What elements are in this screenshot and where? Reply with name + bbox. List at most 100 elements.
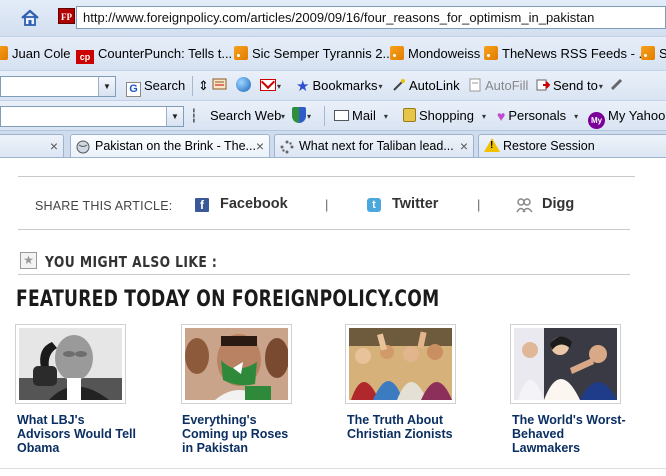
address-bar-row: FP http://www.foreignpolicy.com/articles…	[0, 0, 666, 36]
bookmark-juan-cole[interactable]: Juan Cole	[0, 45, 71, 63]
shopping-button[interactable]: Shopping ▾	[403, 107, 486, 126]
bookmark-label: Mondoweiss	[408, 46, 481, 61]
cp-icon: cp	[76, 50, 94, 64]
url-input[interactable]: http://www.foreignpolicy.com/articles/20…	[76, 6, 666, 29]
close-icon[interactable]: ×	[256, 135, 264, 157]
chevron-down-icon[interactable]: ▼	[166, 107, 183, 126]
rss-icon	[390, 46, 404, 60]
chevron-down-icon[interactable]: ▼	[98, 77, 115, 96]
featured-thumb-zionists[interactable]	[345, 324, 456, 404]
bookmark-mondoweiss[interactable]: Mondoweiss	[390, 45, 480, 63]
home-icon[interactable]	[20, 8, 40, 28]
autolink-label: AutoLink	[409, 78, 460, 93]
shield-icon[interactable]: ▾	[292, 107, 311, 126]
tab-label: What next for Taliban lead...	[299, 139, 454, 153]
bookmark-counterpunch[interactable]: cp CounterPunch: Tells t...	[76, 45, 232, 64]
bookmark-label: Sic Semper Tyrannis 2...	[252, 46, 394, 61]
facebook-icon[interactable]: f	[195, 198, 209, 212]
close-icon[interactable]: ×	[50, 135, 58, 157]
twitter-icon[interactable]: t	[367, 198, 381, 212]
twitter-link[interactable]: Twitter	[392, 196, 438, 212]
star-icon: ★	[20, 252, 37, 269]
digg-link[interactable]: Digg	[542, 196, 574, 212]
warning-icon	[484, 138, 500, 152]
mail-button[interactable]: Mail ▾	[334, 107, 388, 126]
dropdown-arrow-icon[interactable]: ▾	[280, 107, 285, 126]
my-yahoo-button[interactable]: My My Yahoo!	[588, 107, 666, 129]
bookmark-label: CounterPunch: Tells t...	[98, 46, 233, 61]
bookmark-overflow[interactable]: S	[641, 45, 666, 63]
divider	[18, 176, 635, 177]
rss-icon	[234, 46, 248, 60]
tab-partial[interactable]: ×	[0, 134, 64, 157]
tab-restore-session[interactable]: Restore Session	[478, 134, 666, 157]
featured-caption[interactable]: The World's Worst-Behaved Lawmakers	[512, 413, 632, 455]
tab-taliban[interactable]: What next for Taliban lead... ×	[274, 134, 474, 157]
shopping-bag-icon	[403, 108, 416, 122]
search-button[interactable]: G Search	[126, 77, 185, 97]
personals-label: Personals	[508, 108, 567, 123]
tab-pakistan-on-the-brink[interactable]: Pakistan on the Brink - The... ×	[70, 134, 270, 157]
featured-thumb-pakistan[interactable]	[181, 324, 292, 404]
lbj-photo	[19, 328, 122, 400]
bookmark-label: TheNews RSS Feeds - ...	[502, 46, 650, 61]
wand-icon	[392, 78, 406, 92]
my-yahoo-label: My Yahoo!	[608, 108, 666, 123]
autofill-label: AutoFill	[485, 78, 529, 93]
star-icon: ★	[296, 78, 310, 95]
autofill-button[interactable]: AutoFill	[468, 77, 528, 95]
autolink-button[interactable]: AutoLink	[392, 77, 460, 95]
news-icon[interactable]	[212, 77, 228, 96]
pakistan-fan-photo	[185, 328, 288, 400]
divider	[18, 229, 630, 230]
toolbar-search-input[interactable]: ▼	[0, 76, 116, 97]
globe-icon	[76, 139, 90, 154]
featured-caption[interactable]: Everything's Coming up Roses in Pakistan	[182, 413, 302, 455]
featured-thumb-lbj[interactable]	[15, 324, 126, 404]
featured-thumb-lawmakers[interactable]	[510, 324, 621, 404]
facebook-link[interactable]: Facebook	[220, 196, 288, 212]
heart-icon: ♥	[497, 108, 506, 124]
rss-icon	[0, 46, 8, 60]
separator: |	[477, 197, 481, 212]
divider	[192, 76, 193, 96]
bookmark-thenews[interactable]: TheNews RSS Feeds - ...	[484, 45, 649, 63]
mail-label: Mail	[352, 108, 376, 123]
rss-icon	[641, 46, 655, 60]
personals-button[interactable]: ♥ Personals ▾	[497, 107, 578, 126]
featured-caption[interactable]: What LBJ's Advisors Would Tell Obama	[17, 413, 137, 455]
divider	[324, 106, 325, 126]
crowd-photo	[349, 328, 452, 400]
pencil-icon[interactable]	[610, 77, 624, 96]
send-icon	[536, 78, 551, 92]
toolbar-grip-icon: ┆	[190, 108, 198, 123]
yahoo-search-input[interactable]: ▼	[0, 106, 184, 127]
google-toolbar: ▼ G Search ⇕ ▾ ★ Bookmarks▾ AutoLink AutoF…	[0, 70, 666, 100]
digg-icon[interactable]	[516, 197, 533, 213]
toolbar-grip-icon[interactable]: ⇕	[198, 77, 209, 95]
tab-label: Pakistan on the Brink - The...	[95, 139, 256, 153]
rss-icon	[484, 46, 498, 60]
bookmark-sic-semper[interactable]: Sic Semper Tyrannis 2...	[234, 45, 393, 63]
gmail-icon[interactable]: ▾	[260, 77, 281, 96]
loading-icon	[280, 139, 294, 154]
lawmakers-photo	[514, 328, 617, 400]
send-to-button[interactable]: Send to▾	[536, 77, 603, 96]
bookmarks-button[interactable]: ★ Bookmarks▾	[296, 77, 383, 96]
site-favicon: FP	[58, 8, 75, 24]
search-label: Search	[144, 78, 186, 93]
bookmarks-label: Bookmarks	[312, 78, 378, 93]
shopping-label: Shopping	[419, 108, 474, 123]
featured-caption[interactable]: The Truth About Christian Zionists	[347, 413, 467, 441]
mail-icon	[334, 110, 349, 121]
bookmark-label: S	[659, 46, 666, 61]
tab-label: Restore Session	[503, 139, 595, 153]
featured-heading: FEATURED TODAY ON FOREIGNPOLICY.COM	[16, 287, 440, 312]
bookmarks-toolbar: Juan Cole cp CounterPunch: Tells t... Sic…	[0, 36, 666, 70]
search-web-button[interactable]: Search Web	[210, 107, 281, 125]
divider	[0, 468, 666, 469]
bookmark-label: Juan Cole	[12, 46, 71, 61]
close-icon[interactable]: ×	[460, 135, 468, 157]
you-might-also-like-heading: YOU MIGHT ALSO LIKE :	[45, 253, 218, 271]
globe-icon[interactable]	[236, 77, 251, 95]
